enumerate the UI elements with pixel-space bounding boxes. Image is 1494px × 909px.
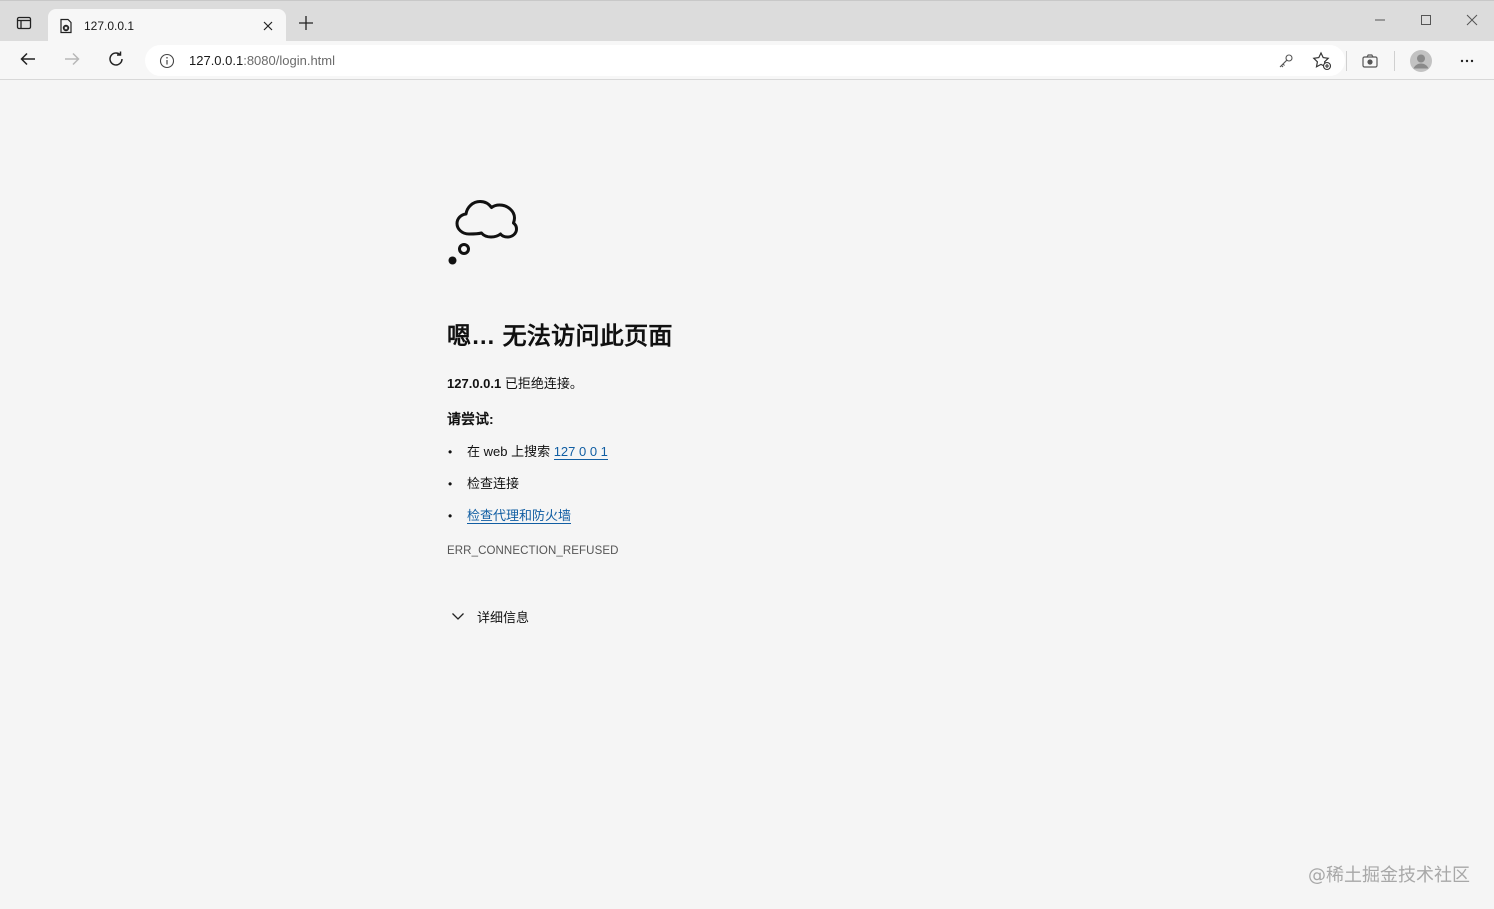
url-path: :8080/login.html — [243, 53, 335, 68]
toolbar-separator — [1394, 51, 1395, 71]
watermark: @稀土掘金技术社区 — [1308, 865, 1470, 886]
error-description: 127.0.0.1 已拒绝连接。 — [447, 373, 1047, 392]
error-title: 嗯… 无法访问此页面 — [447, 323, 673, 350]
back-arrow-icon — [19, 50, 37, 73]
tab-actions-icon — [16, 15, 32, 36]
error-host: 127.0.0.1 — [447, 376, 502, 391]
url-text[interactable]: 127.0.0.1:8080/login.html — [189, 53, 1345, 68]
back-button[interactable] — [12, 45, 44, 77]
list-item: 检查代理和防火墙 — [447, 507, 1047, 539]
profile-avatar-icon[interactable] — [1407, 47, 1435, 75]
new-tab-button[interactable] — [292, 11, 320, 39]
refresh-button[interactable] — [100, 45, 132, 77]
toolbar: 127.0.0.1:8080/login.html — [0, 41, 1494, 80]
info-icon[interactable] — [157, 51, 177, 71]
minimize-button[interactable] — [1365, 7, 1395, 37]
thought-cloud-icon — [447, 192, 525, 272]
browser-window: 127.0.0.1 127.0.0.1:8080/login.html 嗯… 无… — [0, 0, 1494, 909]
camera-icon[interactable] — [1358, 49, 1382, 73]
close-icon — [1466, 13, 1478, 31]
minimize-icon — [1374, 13, 1386, 31]
url-host: 127.0.0.1 — [189, 53, 244, 68]
list-item: 在 web 上搜索 127 0 0 1 — [447, 443, 1047, 475]
check-connection-text: 检查连接 — [467, 476, 520, 491]
forward-button[interactable] — [56, 45, 88, 77]
chevron-down-icon — [451, 608, 473, 624]
try-label: 请尝试: — [447, 411, 494, 427]
error-page-icon — [58, 18, 74, 34]
details-label: 详细信息 — [477, 609, 530, 625]
error-desc-suffix: 已拒绝连接。 — [501, 376, 583, 391]
plus-icon — [298, 15, 314, 36]
add-favorite-icon[interactable] — [1310, 49, 1334, 73]
window-close-button[interactable] — [1457, 7, 1487, 37]
maximize-icon — [1420, 13, 1432, 31]
key-icon[interactable] — [1274, 49, 1298, 73]
toolbar-separator — [1346, 51, 1347, 71]
tab-title: 127.0.0.1 — [84, 18, 135, 33]
maximize-button[interactable] — [1411, 7, 1441, 37]
tab-active[interactable]: 127.0.0.1 — [48, 9, 286, 42]
search-prefix: 在 web 上搜索 — [467, 444, 554, 459]
details-button[interactable]: 详细信息 — [447, 605, 557, 627]
error-panel: 嗯… 无法访问此页面 127.0.0.1 已拒绝连接。 请尝试: 在 web 上… — [447, 192, 1047, 627]
address-bar[interactable]: 127.0.0.1:8080/login.html — [145, 45, 1345, 76]
list-item: 检查连接 — [447, 475, 1047, 507]
tab-actions-button[interactable] — [8, 9, 40, 41]
error-code: ERR_CONNECTION_REFUSED — [447, 545, 619, 557]
suggestions-list: 在 web 上搜索 127 0 0 1 检查连接 检查代理和防火墙 — [447, 443, 1047, 539]
page-content: 嗯… 无法访问此页面 127.0.0.1 已拒绝连接。 请尝试: 在 web 上… — [0, 80, 1494, 909]
refresh-icon — [107, 50, 125, 73]
check-proxy-link[interactable]: 检查代理和防火墙 — [467, 508, 572, 524]
forward-arrow-icon — [63, 50, 81, 73]
tab-strip: 127.0.0.1 — [0, 0, 1494, 42]
search-web-link[interactable]: 127 0 0 1 — [553, 444, 608, 460]
more-icon[interactable] — [1455, 49, 1479, 73]
close-icon[interactable] — [256, 14, 280, 38]
